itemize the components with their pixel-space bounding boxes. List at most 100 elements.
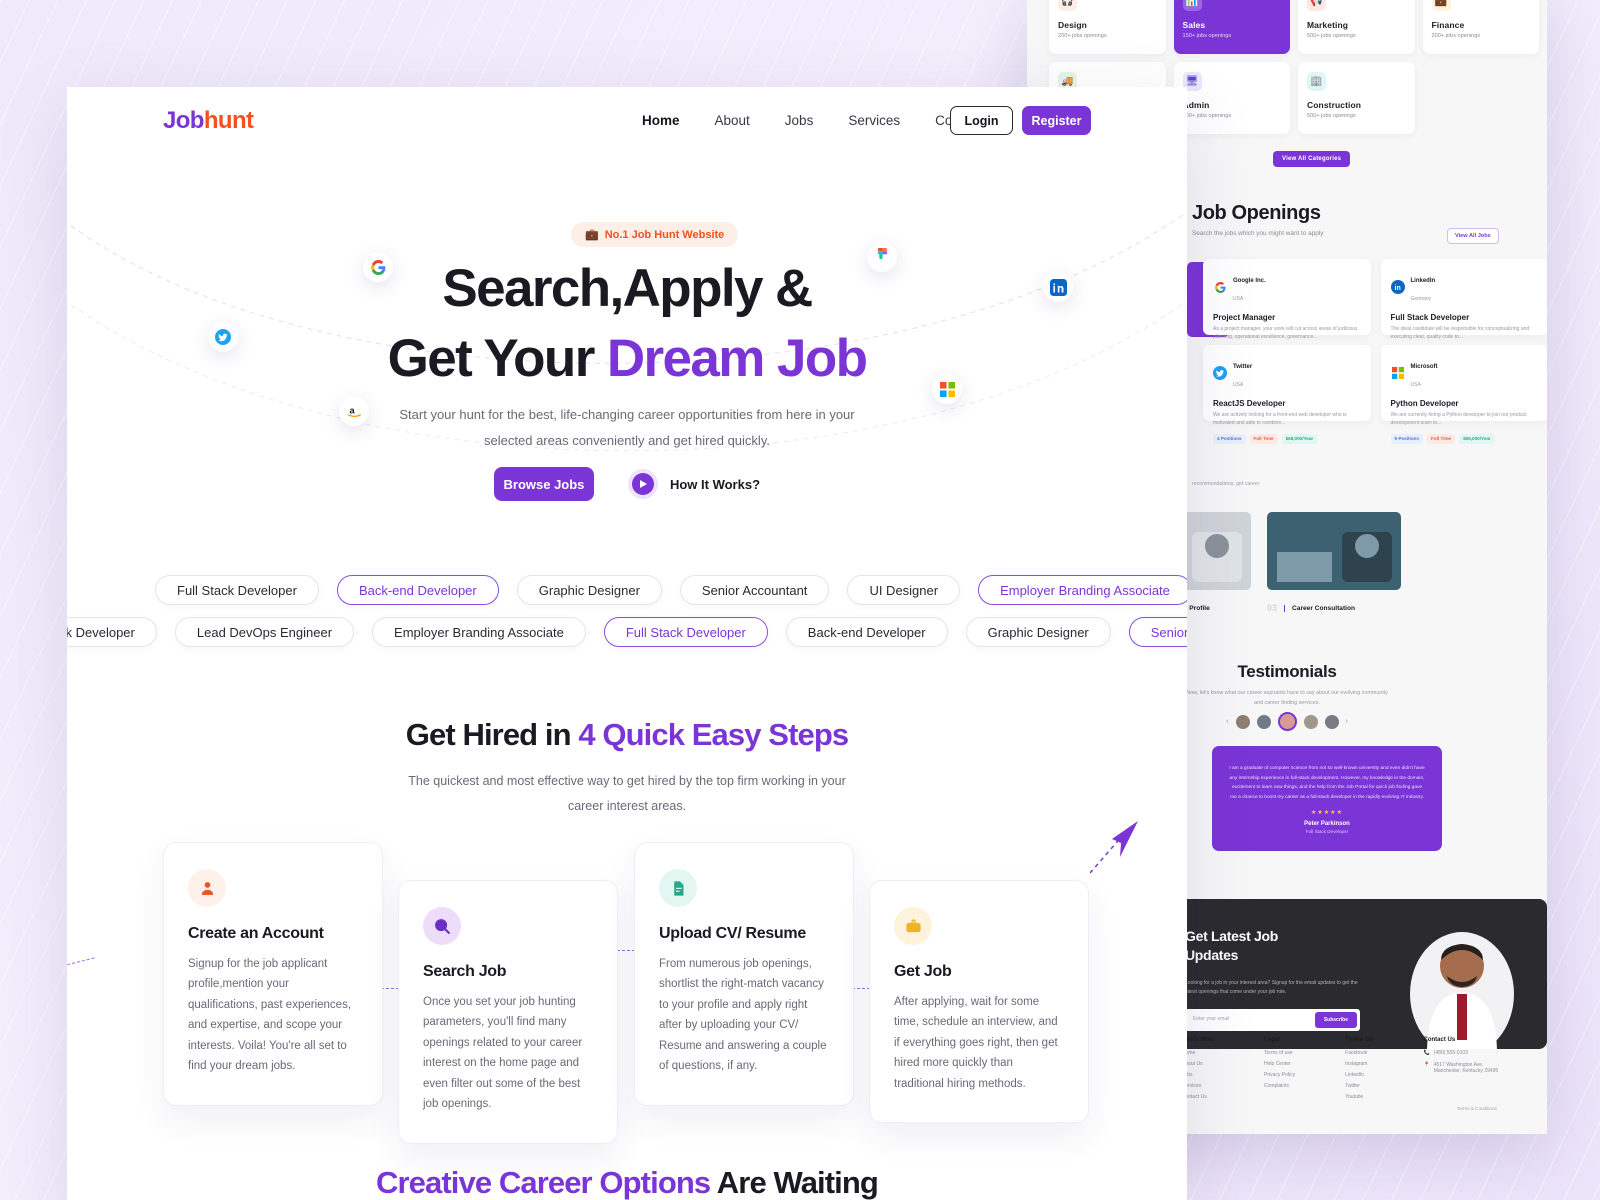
footer-link[interactable]: Facebook [1345, 1050, 1373, 1056]
hero-heading-highlight: Dream Job [606, 328, 868, 388]
briefcase-icon: 💼 [1431, 0, 1451, 11]
step-title: Create an Account [188, 925, 324, 942]
step-card: Search Job Once you set your job hunting… [398, 880, 618, 1144]
login-button[interactable]: Login [950, 106, 1013, 135]
footer-link[interactable]: Twitter [1345, 1083, 1373, 1089]
how-it-works-link[interactable]: How It Works? [627, 469, 761, 499]
job-title: Full Stack Developer [1390, 313, 1470, 322]
category-name: Finance [1431, 20, 1465, 30]
steps-heading: Get Hired in 4 Quick Easy Steps [67, 717, 1187, 753]
testimonial-author: Peter Parkinson [1304, 821, 1350, 828]
nav-item-about[interactable]: About [715, 113, 750, 128]
briefcase-icon [894, 907, 932, 945]
cursor-arrow-icon [1090, 821, 1138, 874]
avatar[interactable] [1324, 714, 1339, 729]
footer-phone[interactable]: (480) 555-0103 [1434, 1050, 1468, 1056]
footer-link[interactable]: Complaints [1264, 1083, 1295, 1089]
job-tag[interactable]: ck Developer [67, 617, 157, 647]
twitter-icon [1213, 366, 1227, 380]
person-photo [1410, 932, 1514, 1049]
hero-subtext: Start your hunt for the best, life-chang… [377, 402, 877, 454]
job-tag[interactable]: Full Stack Developer [155, 575, 319, 605]
job-description: We are currently hiring a Python develop… [1390, 412, 1527, 426]
carousel-prev-icon[interactable]: ‹ [1226, 718, 1228, 725]
google-icon [1213, 280, 1227, 294]
browse-jobs-button[interactable]: Browse Jobs [493, 467, 594, 501]
footer-link[interactable]: Instagram [1345, 1061, 1373, 1067]
category-card[interactable]: 🎧 Design 200+ jobs openings [1049, 0, 1166, 54]
footer-link[interactable]: Youtube [1345, 1094, 1373, 1100]
steps-heading-plain: Get Hired in [405, 717, 579, 752]
category-card[interactable]: 🖥 Admin 100+ jobs openings [1173, 62, 1290, 134]
register-button[interactable]: Register [1022, 106, 1091, 135]
job-card[interactable]: Google Inc. USA Project Manager As a projec… [1203, 259, 1371, 358]
next-section-heading-plain: Are Waiting [710, 1165, 879, 1200]
carousel-next-icon[interactable]: › [1346, 718, 1348, 725]
job-tag[interactable]: Employer Branding Associate [978, 575, 1187, 605]
job-company: Twitter [1233, 364, 1253, 370]
nav-item-jobs[interactable]: Jobs [785, 113, 814, 128]
job-tag[interactable]: Graphic Designer [965, 617, 1111, 647]
job-tag[interactable]: UI Designer [847, 575, 961, 605]
category-name: Design [1058, 20, 1087, 30]
job-card[interactable]: Microsoft USA Python Developer We are curre… [1380, 345, 1547, 444]
category-card[interactable]: 📊 Sales 150+ jobs openings [1173, 0, 1290, 54]
job-title: Python Developer [1390, 399, 1459, 408]
testimonial-role: Full Stack Developer [1305, 829, 1349, 835]
category-card[interactable]: 🏢 Construction 500+ jobs openings [1298, 62, 1415, 134]
hero-subtext-line2: selected areas conveniently and get hire… [484, 433, 770, 448]
logo[interactable]: Jobhunt [163, 107, 254, 135]
step-title: Search Job [423, 963, 507, 980]
job-tag[interactable]: Back-end Developer [785, 617, 948, 647]
service-label: Career Consultation [1284, 604, 1355, 612]
footer-link[interactable]: LinkedIn [1345, 1072, 1373, 1078]
svg-text:a: a [349, 405, 355, 415]
job-openings-subtitle: Search the jobs which you might want to … [1192, 230, 1324, 237]
steps-subtext: The quickest and most effective way to g… [377, 769, 877, 819]
nav-item-home[interactable]: Home [642, 113, 680, 128]
steps-sub-line1: The quickest and most effective way to g… [408, 774, 846, 788]
newsletter-email-placeholder[interactable]: Enter your email [1193, 1016, 1229, 1022]
job-tag[interactable]: Back-end Developer [336, 575, 499, 605]
avatar-active[interactable] [1277, 712, 1297, 731]
job-card[interactable]: in LinkedIn Germany Full Stack Developer The… [1380, 259, 1547, 358]
job-card[interactable]: Twitter USA ReactJS Developer We are active… [1203, 345, 1371, 444]
avatar[interactable] [1256, 714, 1271, 729]
step-title: Upload CV/ Resume [659, 925, 806, 942]
step-body: After applying, wait for some time, sche… [894, 996, 1058, 1090]
category-card[interactable]: 💼 Finance 200+ jobs openings [1422, 0, 1539, 54]
view-all-jobs-button[interactable]: View All Jobs [1447, 228, 1499, 244]
footer-link[interactable]: Terms of use [1264, 1050, 1295, 1056]
subscribe-button[interactable]: Subscribe [1314, 1012, 1357, 1028]
avatar[interactable] [1235, 714, 1250, 729]
service-photo [1267, 512, 1401, 590]
play-icon[interactable] [627, 469, 658, 499]
job-tag[interactable]: Lead DevOps Engineer [174, 617, 355, 647]
job-tag[interactable]: Employer Branding Associate [372, 617, 586, 647]
terms-link[interactable]: Terms & Conditions [1457, 1106, 1497, 1111]
avatar[interactable] [1303, 714, 1318, 729]
nav-item-services[interactable]: Services [848, 113, 900, 128]
connector-dash [67, 957, 95, 968]
category-openings: 150+ jobs openings [1182, 33, 1232, 39]
newsletter-title-line2: Updates [1185, 946, 1239, 963]
next-section-heading: Creative Career Options Are Waiting [67, 1165, 1187, 1200]
rating-stars: ★★★★★ [1311, 810, 1343, 817]
footer-address-line2: Manchester, Kentucky 39495 [1433, 1068, 1499, 1074]
job-tag[interactable]: Senior Accountant [1128, 617, 1187, 647]
footer-link[interactable]: Help Center [1264, 1061, 1295, 1067]
job-tag[interactable]: Graphic Designer [516, 575, 662, 605]
chart-icon: 📊 [1182, 0, 1202, 11]
job-tag[interactable]: Senior Accountant [679, 575, 830, 605]
category-openings: 100+ jobs openings [1182, 113, 1232, 119]
how-it-works-label: How It Works? [669, 476, 761, 492]
briefcase-icon: 💼 [585, 229, 599, 241]
view-all-categories-button[interactable]: View All Categories [1273, 151, 1351, 167]
category-card[interactable]: 📢 Marketing 500+ jobs openings [1298, 0, 1415, 54]
footer-link[interactable]: Privacy Policy [1264, 1072, 1295, 1078]
job-tag[interactable]: Full Stack Developer [603, 617, 768, 647]
testimonial-card: I am a graduate of computer science from… [1212, 746, 1442, 851]
job-location: USA [1410, 382, 1421, 388]
newsletter-input-wrap[interactable]: Enter your email Subscribe [1185, 1009, 1360, 1031]
job-openings-title: Job Openings [1192, 202, 1321, 224]
